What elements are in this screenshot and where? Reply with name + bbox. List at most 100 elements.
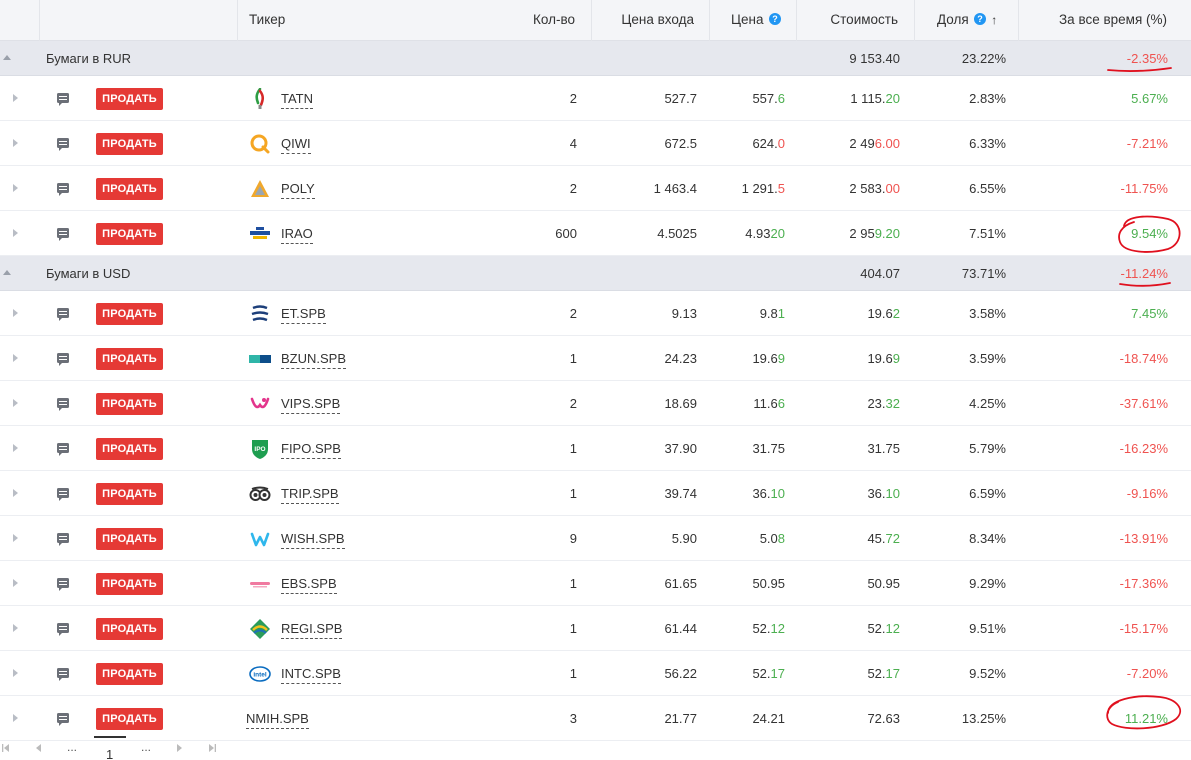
comment-icon[interactable] <box>57 93 69 106</box>
expand-triangle-icon[interactable] <box>13 229 18 237</box>
table-row: ПРОДАТЬ REGI.SPB 1 61.44 52.12 52.12 9.51% -1… <box>0 606 1191 651</box>
value-digits: 31.75 <box>867 441 900 456</box>
question-circle-icon[interactable]: ? <box>974 13 987 25</box>
prev-page-icon[interactable] <box>34 743 44 753</box>
sell-button[interactable]: ПРОДАТЬ <box>96 663 163 685</box>
sell-button[interactable]: ПРОДАТЬ <box>96 223 163 245</box>
cell-price: 11.66 <box>709 381 785 426</box>
sell-button[interactable]: ПРОДАТЬ <box>96 438 163 460</box>
comment-icon[interactable] <box>57 308 69 321</box>
comment-icon[interactable] <box>57 228 69 241</box>
comment-icon[interactable] <box>57 353 69 366</box>
expand-triangle-icon[interactable] <box>13 354 18 362</box>
cell-total: 5.67% <box>1131 91 1168 106</box>
value-digits: 1 115. <box>850 91 886 106</box>
expand-triangle-icon[interactable] <box>13 669 18 677</box>
expand-triangle-icon[interactable] <box>13 94 18 102</box>
current-page[interactable]: 1 <box>106 747 113 760</box>
price-digits: 4.93 <box>745 226 771 241</box>
ticker-link[interactable]: FIPO.SPB <box>281 441 341 459</box>
expand-triangle-icon[interactable] <box>13 399 18 407</box>
comment-icon[interactable] <box>57 138 69 151</box>
next-page-icon[interactable] <box>174 743 184 753</box>
first-page-icon[interactable] <box>1 743 11 753</box>
ticker-link[interactable]: VIPS.SPB <box>281 396 341 414</box>
cell-share: 6.55% <box>969 181 1006 196</box>
column-header-price[interactable]: Цена ? <box>731 0 782 40</box>
expand-triangle-icon[interactable] <box>13 184 18 192</box>
cell-value: 31.75 <box>796 426 900 471</box>
comment-icon[interactable] <box>57 183 69 196</box>
ticker-link[interactable]: WISH.SPB <box>281 531 345 549</box>
expand-triangle-icon[interactable] <box>13 624 18 632</box>
sell-button[interactable]: ПРОДАТЬ <box>96 303 163 325</box>
ticker-link[interactable]: ET.SPB <box>281 306 326 324</box>
ticker-link[interactable]: NMIH.SPB <box>246 711 309 729</box>
cell-qty: 600 <box>555 226 577 241</box>
ticker-link[interactable]: EBS.SPB <box>281 576 337 594</box>
arrow-up-icon[interactable]: ↑ <box>991 13 997 27</box>
cell-total: 9.54% <box>1131 226 1168 241</box>
cell-value: 2 583.00 <box>796 166 900 211</box>
expand-triangle-icon[interactable] <box>13 714 18 722</box>
ticker-link[interactable]: TRIP.SPB <box>281 486 339 504</box>
cell-qty: 4 <box>569 136 577 151</box>
comment-icon[interactable] <box>57 488 69 501</box>
expand-triangle-icon[interactable] <box>13 489 18 497</box>
price-digits: 50.95 <box>752 576 785 591</box>
ticker-link[interactable]: POLY <box>281 181 315 199</box>
comment-icon[interactable] <box>57 623 69 636</box>
sell-button[interactable]: ПРОДАТЬ <box>96 178 163 200</box>
price-change-digits: 5 <box>777 181 785 196</box>
expand-triangle-icon[interactable] <box>13 444 18 452</box>
ticker-link[interactable]: QIWI <box>281 136 311 154</box>
group-row[interactable]: Бумаги в RUR 9 153.40 23.22% -2.35% <box>0 41 1191 76</box>
column-header-value[interactable]: Стоимость <box>796 0 898 40</box>
sell-button[interactable]: ПРОДАТЬ <box>96 708 163 730</box>
column-header-ticker[interactable]: Тикер <box>249 0 285 40</box>
sell-button[interactable]: ПРОДАТЬ <box>96 483 163 505</box>
comment-icon[interactable] <box>57 533 69 546</box>
expand-triangle-icon[interactable] <box>13 309 18 317</box>
price-change-digits: 20 <box>770 226 785 241</box>
sell-button[interactable]: ПРОДАТЬ <box>96 573 163 595</box>
expand-triangle-icon[interactable] <box>13 579 18 587</box>
collapse-triangle-icon[interactable] <box>3 55 11 60</box>
question-circle-icon[interactable]: ? <box>769 13 782 25</box>
sell-button[interactable]: ПРОДАТЬ <box>96 133 163 155</box>
pager-ellipsis-left[interactable]: ... <box>67 740 77 754</box>
ticker-link[interactable]: INTC.SPB <box>281 666 341 684</box>
sell-button[interactable]: ПРОДАТЬ <box>96 393 163 415</box>
collapse-triangle-icon[interactable] <box>3 270 11 275</box>
pager-ellipsis-right[interactable]: ... <box>141 740 151 754</box>
sell-button[interactable]: ПРОДАТЬ <box>96 618 163 640</box>
comment-icon[interactable] <box>57 398 69 411</box>
last-page-icon[interactable] <box>207 743 217 753</box>
cell-qty: 2 <box>569 306 577 321</box>
expand-triangle-icon[interactable] <box>13 139 18 147</box>
column-header-total[interactable]: За все время (%) <box>1020 0 1167 40</box>
column-divider <box>237 0 238 41</box>
column-header-qty[interactable]: Кол-во <box>480 0 575 40</box>
ticker-link[interactable]: BZUN.SPB <box>281 351 347 369</box>
comment-icon[interactable] <box>57 713 69 726</box>
expand-triangle-icon[interactable] <box>13 534 18 542</box>
column-header-entry-price[interactable]: Цена входа <box>590 0 694 40</box>
ticker-link[interactable]: REGI.SPB <box>281 621 343 639</box>
column-header-share[interactable]: Доля ? ↑ <box>937 0 997 40</box>
group-row[interactable]: Бумаги в USD 404.07 73.71% -11.24% <box>0 256 1191 291</box>
value-change-digits: 9 <box>892 351 900 366</box>
sell-button[interactable]: ПРОДАТЬ <box>96 528 163 550</box>
ticker-link[interactable]: IRAO <box>281 226 313 244</box>
sell-button[interactable]: ПРОДАТЬ <box>96 348 163 370</box>
sell-button[interactable]: ПРОДАТЬ <box>96 88 163 110</box>
value-change-digits: 00 <box>885 181 900 196</box>
comment-icon[interactable] <box>57 578 69 591</box>
cell-qty: 1 <box>569 486 577 501</box>
cell-total: -7.21% <box>1126 136 1168 151</box>
ticker-link[interactable]: TATN <box>281 91 314 109</box>
group-total: -2.35% <box>1126 51 1168 66</box>
comment-icon[interactable] <box>57 443 69 456</box>
comment-icon[interactable] <box>57 668 69 681</box>
price-change-digits: 12 <box>770 621 785 636</box>
